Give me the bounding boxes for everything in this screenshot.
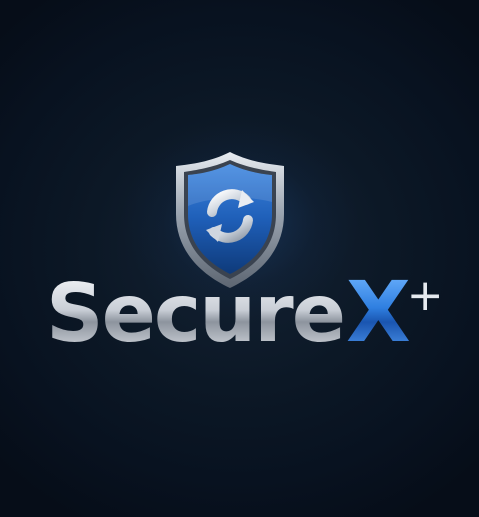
brand-name-main: Secure [46, 267, 346, 360]
brand-wordmark: SecureX+ [46, 270, 446, 380]
logo-canvas: SecureX+ [0, 0, 479, 517]
brand-name-plus: + [406, 270, 444, 321]
brand-name-accent: X [345, 263, 411, 361]
